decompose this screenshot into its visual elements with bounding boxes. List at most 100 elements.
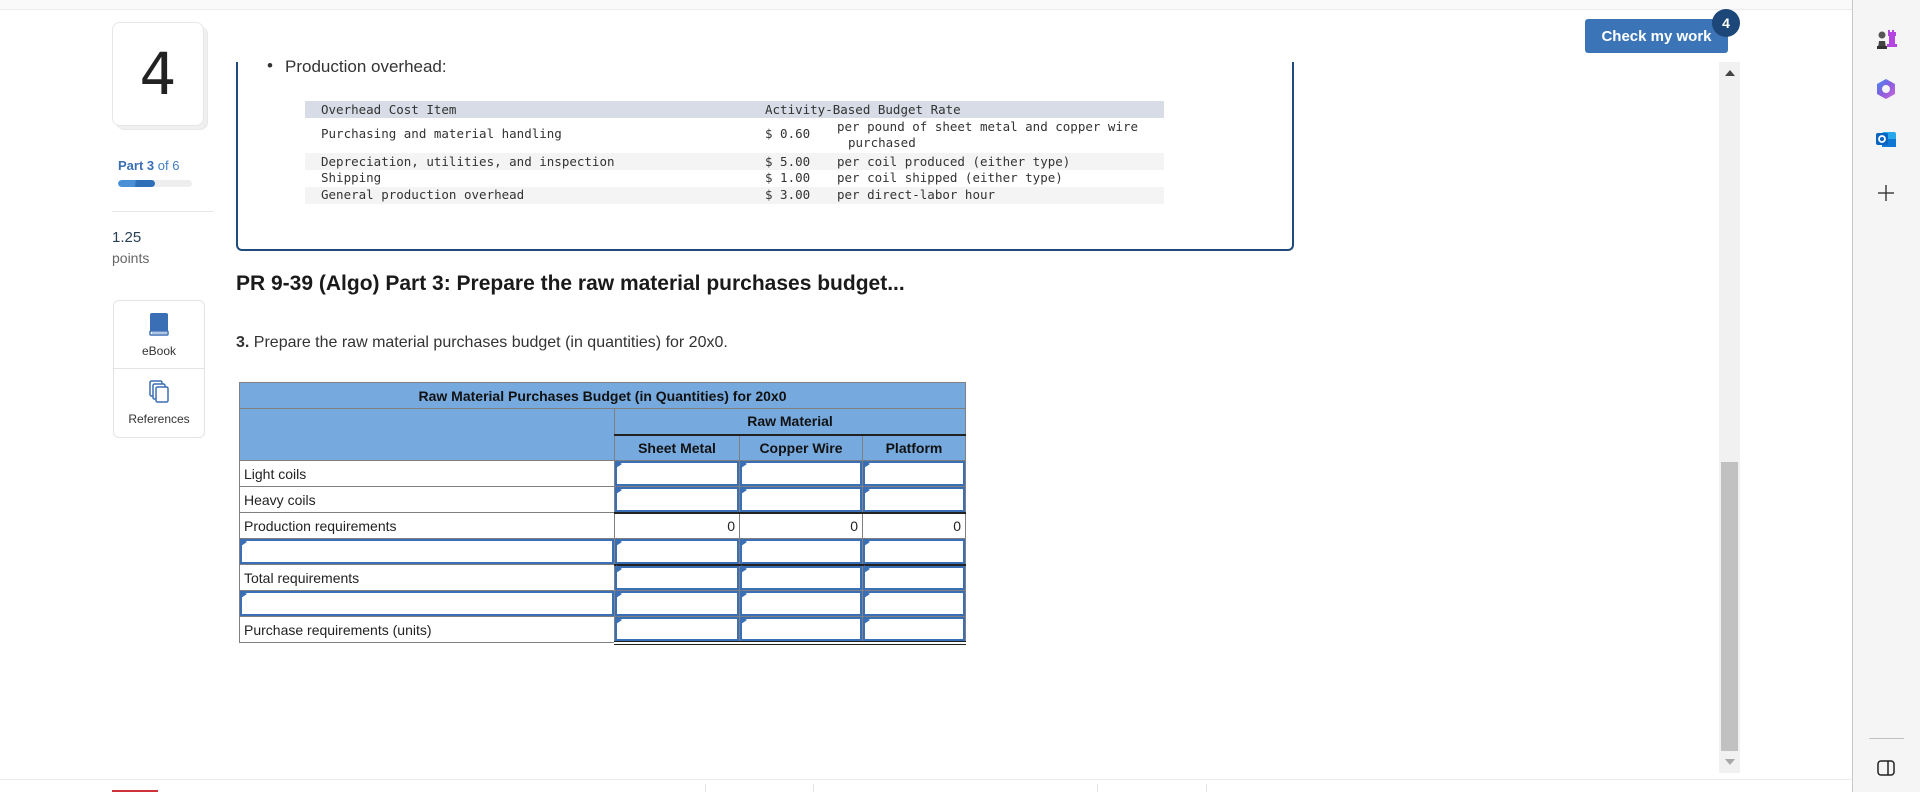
budget-row: Purchase requirements (units) [239, 616, 966, 645]
points-value: 1.25 [112, 229, 142, 246]
cell-copper-wire [739, 590, 863, 617]
input-wrapper [615, 539, 739, 564]
copper-wire-input[interactable] [742, 593, 860, 614]
scroll-down-arrow-icon[interactable] [1725, 759, 1735, 765]
attempts-badge: 4 [1712, 9, 1740, 37]
header-rate: Activity-Based Budget Rate [765, 102, 961, 117]
overhead-row: Depreciation, utilities, and inspection … [305, 153, 1164, 170]
row-label-input[interactable] [242, 593, 612, 614]
sheet-metal-input[interactable] [617, 619, 737, 639]
footer-tick [705, 784, 706, 792]
overhead-desc-cont: purchased [848, 135, 916, 150]
platform-input[interactable] [865, 489, 963, 510]
input-wrapper [615, 461, 739, 486]
budget-row [239, 538, 966, 565]
input-wrapper [863, 617, 965, 641]
copper-wire-input[interactable] [742, 567, 860, 588]
instruction-text: Prepare the raw material purchases budge… [249, 334, 728, 351]
top-bar [0, 0, 1852, 10]
platform-value: 0 [862, 511, 966, 539]
points-label: points [112, 250, 150, 266]
copper-wire-input[interactable] [742, 541, 860, 562]
overhead-item: Depreciation, utilities, and inspection [321, 154, 615, 169]
sidebar-separator [1869, 738, 1904, 739]
problem-instruction: 3. Prepare the raw material purchases bu… [236, 334, 728, 352]
cell-sheet-metal [614, 486, 740, 513]
cell-platform [862, 538, 966, 565]
scrollbar-thumb[interactable] [1721, 462, 1738, 751]
overhead-desc: per coil shipped (either type) [837, 170, 1063, 185]
input-wrapper [615, 565, 739, 590]
sheet-metal-input[interactable] [617, 593, 737, 614]
overhead-row: Shipping $ 1.00 per coil shipped (either… [305, 170, 1164, 187]
cell-copper-wire [739, 616, 863, 645]
cell-platform [862, 460, 966, 487]
cell-sheet-metal [614, 563, 740, 591]
copper-wire-input[interactable] [742, 619, 860, 639]
raw-material-group-header: Raw Material [614, 408, 966, 436]
sheet-metal-input[interactable] [617, 541, 737, 562]
platform-input[interactable] [865, 619, 963, 639]
overhead-item: Purchasing and material handling [321, 126, 562, 141]
header-cost-item: Overhead Cost Item [321, 102, 457, 117]
sheet-metal-input[interactable] [617, 489, 737, 510]
book-icon [148, 312, 170, 341]
label-column-header [239, 408, 615, 461]
cell-copper-wire [739, 538, 863, 565]
add-icon[interactable] [1873, 180, 1899, 206]
copilot-icon[interactable] [1873, 76, 1899, 102]
overhead-amount: $ 1.00 [765, 170, 811, 185]
input-wrapper [740, 487, 862, 512]
scroll-up-arrow-icon[interactable] [1725, 70, 1735, 76]
vertical-scrollbar[interactable] [1719, 62, 1740, 773]
chess-icon[interactable] [1873, 26, 1899, 52]
footer-tick [813, 784, 814, 792]
raw-material-budget-table: Raw Material Purchases Budget (in Quanti… [239, 382, 966, 645]
row-label-cell [239, 538, 615, 565]
input-wrapper [740, 539, 862, 564]
column-header-copper-wire: Copper Wire [739, 434, 863, 461]
resources-panel: eBook References [113, 300, 205, 438]
overhead-desc: per coil produced (either type) [837, 154, 1071, 169]
sheet-metal-input[interactable] [617, 567, 737, 588]
row-label-input[interactable] [242, 541, 612, 562]
copper-wire-input[interactable] [742, 489, 860, 510]
references-label: References [128, 412, 190, 426]
budget-row: Heavy coils [239, 486, 966, 513]
ebook-button[interactable]: eBook [114, 301, 204, 369]
platform-input[interactable] [865, 593, 963, 614]
input-wrapper [740, 617, 862, 641]
input-wrapper [740, 461, 862, 486]
overhead-rate-table: Overhead Cost Item Activity-Based Budget… [305, 101, 1164, 204]
part-progress-bar [118, 180, 192, 187]
platform-input[interactable] [865, 567, 963, 588]
question-number-card: 4 [112, 22, 204, 126]
outlook-icon[interactable] [1873, 126, 1899, 152]
part-current: Part 3 [118, 158, 155, 173]
budget-row: Light coils [239, 460, 966, 487]
input-wrapper [615, 487, 739, 512]
overhead-row: Purchasing and material handling $ 0.60 … [305, 118, 1164, 153]
row-label: Purchase requirements (units) [239, 616, 615, 643]
cell-sheet-metal [614, 590, 740, 617]
overhead-table-header: Overhead Cost Item Activity-Based Budget… [305, 101, 1164, 118]
sheet-metal-input[interactable] [617, 463, 737, 484]
overhead-amount: $ 0.60 [765, 126, 811, 141]
footer-divider [0, 779, 1852, 780]
input-wrapper [863, 565, 965, 590]
cell-copper-wire [739, 563, 863, 591]
budget-row [239, 590, 966, 617]
platform-input[interactable] [865, 463, 963, 484]
platform-input[interactable] [865, 541, 963, 562]
references-icon [148, 380, 170, 409]
part-total: of 6 [157, 158, 180, 173]
copper-wire-input[interactable] [742, 463, 860, 484]
references-button[interactable]: References [114, 369, 204, 437]
ebook-label: eBook [141, 343, 177, 358]
row-label-cell [239, 590, 615, 617]
budget-row: Total requirements [239, 563, 966, 591]
row-label-input-wrapper [240, 591, 614, 616]
overhead-amount: $ 3.00 [765, 187, 811, 202]
check-my-work-button[interactable]: Check my work [1585, 19, 1728, 53]
sidebar-toggle-icon[interactable] [1873, 755, 1899, 781]
